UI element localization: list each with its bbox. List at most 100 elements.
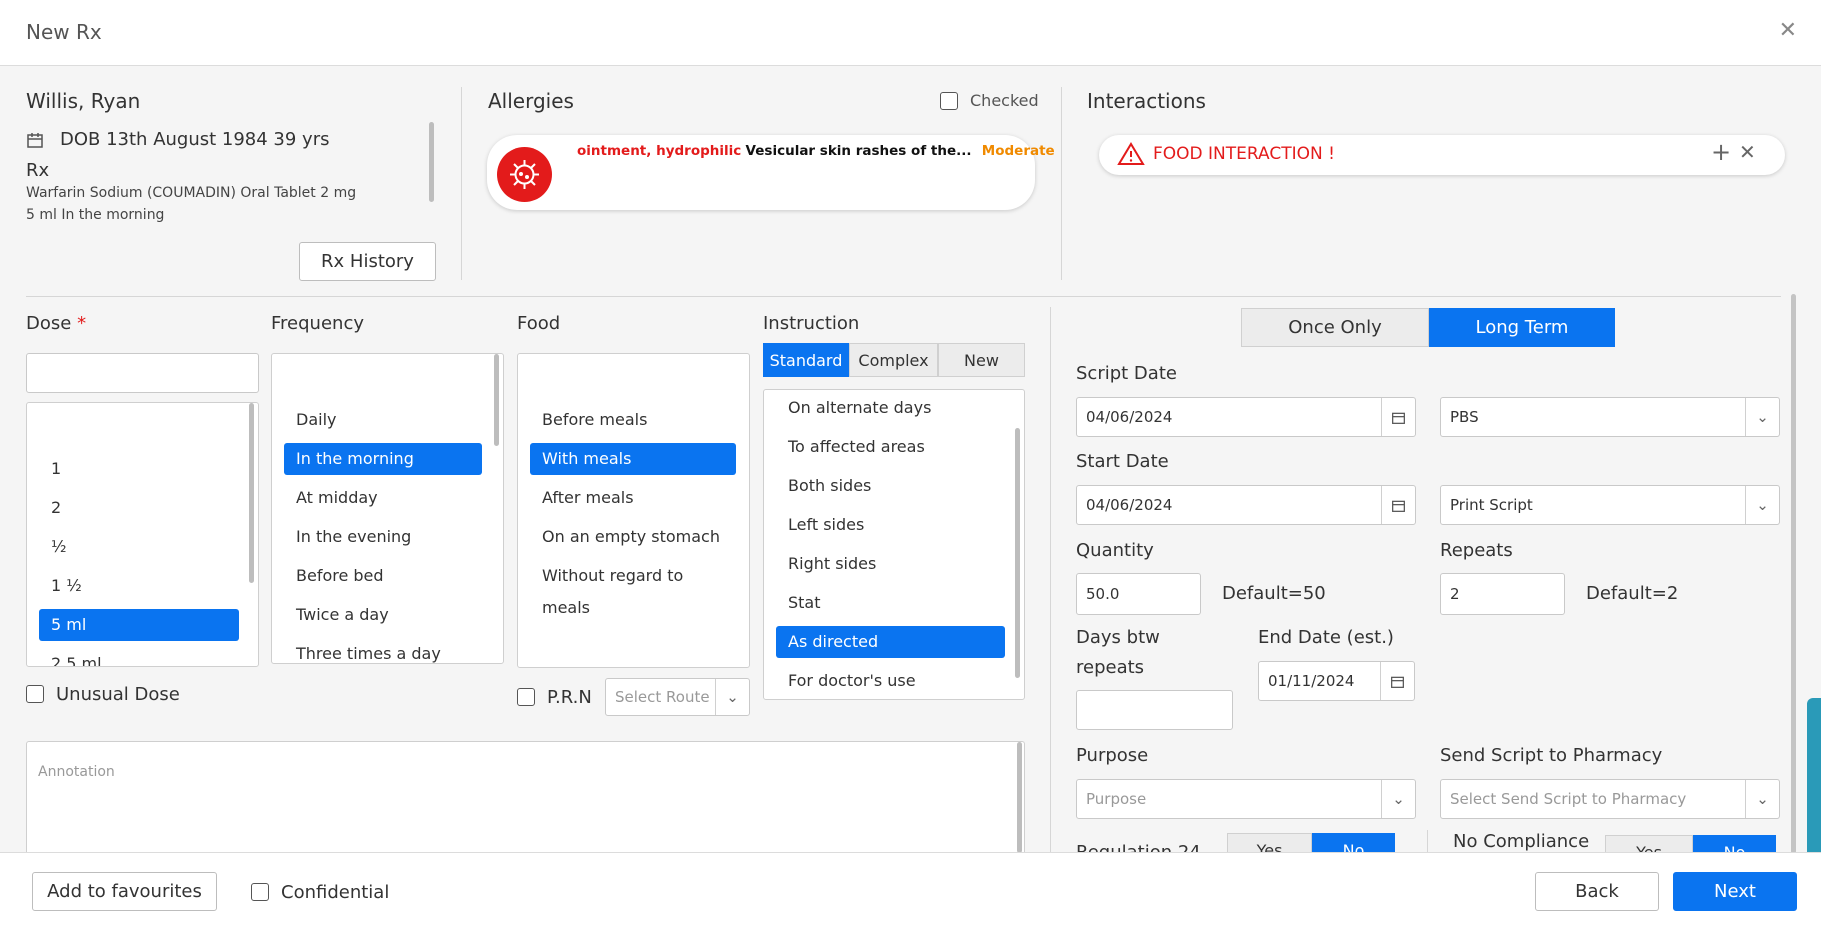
instruction-option[interactable]: To affected areas [776, 431, 1005, 463]
patient-scrollbar[interactable] [429, 122, 434, 202]
annotation-textarea[interactable]: Annotation [26, 741, 1025, 853]
dose-option[interactable]: 2 [39, 492, 239, 524]
divider [461, 87, 462, 280]
frequency-option[interactable]: Before bed [284, 560, 482, 592]
confidential-checkbox[interactable] [251, 883, 269, 901]
dose-option[interactable]: 2.5 ml [39, 648, 239, 666]
food-list[interactable]: Before meals With meals After meals On a… [517, 353, 750, 668]
dialog-footer: Add to favourites Confidential Back Next [0, 852, 1821, 927]
tab-complex[interactable]: Complex [849, 343, 938, 377]
pharmacy-select[interactable]: Select Send Script to Pharmacy ⌄ [1440, 779, 1780, 819]
dose-option[interactable]: ½ [39, 531, 239, 563]
tab-standard[interactable]: Standard [763, 343, 849, 377]
food-option[interactable]: After meals [530, 482, 736, 514]
tab-new[interactable]: New [938, 343, 1025, 377]
food-option-selected[interactable]: With meals [530, 443, 736, 475]
script-date-input[interactable]: 04/06/2024 [1076, 397, 1416, 437]
route-placeholder: Select Route [615, 688, 710, 706]
print-script-value: Print Script [1450, 496, 1533, 514]
chevron-down-icon[interactable]: ⌄ [1745, 780, 1779, 818]
frequency-option[interactable]: Daily [284, 404, 482, 436]
end-date-label: End Date (est.) [1258, 627, 1394, 648]
chevron-down-icon[interactable]: ⌄ [1745, 398, 1779, 436]
add-icon[interactable]: + [1711, 138, 1731, 166]
allergy-card[interactable]: ointment, hydrophilic Vesicular skin ras… [487, 135, 1055, 210]
food-option[interactable]: Without regard to meals [530, 560, 736, 617]
calendar-icon[interactable] [1381, 486, 1415, 524]
frequency-option[interactable]: Twice a day [284, 599, 482, 631]
chevron-down-icon[interactable]: ⌄ [1381, 780, 1415, 818]
quantity-input[interactable]: 50.0 [1076, 573, 1201, 615]
repeats-input[interactable]: 2 [1440, 573, 1565, 615]
patient-name: Willis, Ryan [26, 89, 141, 113]
instruction-option[interactable]: Right sides [776, 548, 1005, 580]
dose-list[interactable]: 1 2 ½ 1 ½ 5 ml 2.5 ml [26, 402, 259, 667]
dose-option[interactable]: 1 ½ [39, 570, 239, 602]
purpose-select[interactable]: Purpose ⌄ [1076, 779, 1416, 819]
rx-drug: Warfarin Sodium (COUMADIN) Oral Tablet 2… [26, 185, 357, 201]
instruction-option[interactable]: Both sides [776, 470, 1005, 502]
rx-instruction: 5 ml In the morning [26, 207, 165, 223]
warning-icon [1117, 142, 1145, 170]
frequency-option[interactable]: In the evening [284, 521, 482, 553]
end-date-input[interactable]: 01/11/2024 [1258, 661, 1415, 701]
dose-input[interactable] [26, 353, 259, 393]
term-toggle: Once Only Long Term [1241, 308, 1615, 347]
food-label: Food [517, 313, 561, 334]
prn-label: P.R.N [547, 687, 592, 708]
instruction-option[interactable]: Stat [776, 587, 1005, 619]
start-date-value: 04/06/2024 [1086, 496, 1173, 514]
instruction-option-selected[interactable]: As directed [776, 626, 1005, 658]
start-date-input[interactable]: 04/06/2024 [1076, 485, 1416, 525]
dismiss-icon[interactable]: ✕ [1739, 140, 1756, 164]
divider [26, 296, 1781, 297]
instruction-scrollbar[interactable] [1015, 428, 1020, 678]
pharmacy-label: Send Script to Pharmacy [1440, 745, 1663, 766]
frequency-option-selected[interactable]: In the morning [284, 443, 482, 475]
route-select[interactable]: Select Route ⌄ [605, 678, 750, 716]
allergy-substance: ointment, hydrophilic [577, 143, 742, 159]
quantity-label: Quantity [1076, 540, 1154, 561]
frequency-scrollbar[interactable] [494, 354, 499, 446]
instruction-option[interactable]: On alternate days [776, 392, 1005, 424]
prn-checkbox[interactable] [517, 688, 535, 706]
script-date-value: 04/06/2024 [1086, 408, 1173, 426]
dose-option-selected[interactable]: 5 ml [39, 609, 239, 641]
calendar-icon [26, 131, 44, 149]
food-option[interactable]: Before meals [530, 404, 736, 436]
calendar-icon[interactable] [1381, 398, 1415, 436]
annotation-scrollbar[interactable] [1017, 742, 1022, 853]
once-only-option[interactable]: Once Only [1241, 308, 1429, 347]
next-button[interactable]: Next [1673, 872, 1797, 911]
long-term-option[interactable]: Long Term [1429, 308, 1615, 347]
script-date-label: Script Date [1076, 363, 1177, 384]
dose-option[interactable]: 1 [39, 453, 239, 485]
instruction-option[interactable]: For doctor's use [776, 665, 1005, 697]
dose-scrollbar[interactable] [249, 403, 254, 583]
divider [1061, 87, 1062, 280]
allergy-severity: Moderate [981, 143, 1055, 159]
back-button[interactable]: Back [1535, 872, 1659, 911]
pbs-value: PBS [1450, 408, 1479, 426]
chevron-down-icon[interactable]: ⌄ [1745, 486, 1779, 524]
frequency-list[interactable]: Daily In the morning At midday In the ev… [271, 353, 504, 664]
allergies-checked-checkbox[interactable] [940, 92, 958, 110]
print-script-select[interactable]: Print Script ⌄ [1440, 485, 1780, 525]
chevron-down-icon[interactable]: ⌄ [715, 679, 749, 715]
days-between-input[interactable] [1076, 690, 1233, 730]
instruction-list[interactable]: On alternate days To affected areas Both… [763, 389, 1025, 700]
rx-history-button[interactable]: Rx History [299, 242, 436, 281]
add-to-favourites-button[interactable]: Add to favourites [32, 872, 217, 911]
food-option[interactable]: On an empty stomach [530, 521, 736, 553]
instruction-option[interactable]: Left sides [776, 509, 1005, 541]
calendar-icon[interactable] [1380, 662, 1414, 700]
close-icon[interactable]: ✕ [1779, 18, 1797, 43]
interaction-alert[interactable]: FOOD INTERACTION ! + ✕ [1099, 135, 1785, 175]
frequency-option[interactable]: At midday [284, 482, 482, 514]
dialog-title: New Rx [26, 20, 102, 44]
unusual-dose-checkbox[interactable] [26, 685, 44, 703]
frequency-option[interactable]: Three times a day [284, 638, 482, 663]
page-scrollbar[interactable] [1791, 294, 1796, 854]
instruction-label: Instruction [763, 313, 860, 334]
pbs-select[interactable]: PBS ⌄ [1440, 397, 1780, 437]
